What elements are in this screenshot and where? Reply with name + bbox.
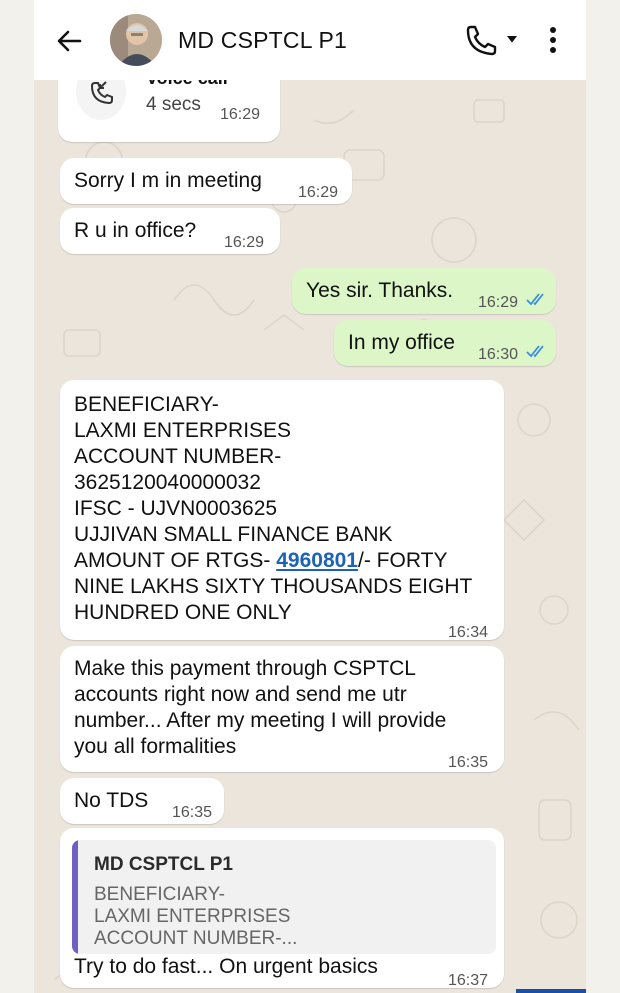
- contact-photo: [110, 14, 162, 66]
- phone-icon[interactable]: [464, 24, 520, 56]
- message-line: AMOUNT OF RTGS- 4960801/- FORTY: [74, 548, 447, 574]
- message-time: 16:29: [298, 184, 339, 201]
- message-time: 16:29: [224, 234, 265, 251]
- scroll-indicator: [516, 989, 586, 993]
- chat-header: MD CSPTCL P1: [34, 0, 586, 80]
- chat-screen: MD CSPTCL P1 Voice call 4 secs 16:29 Sor…: [34, 0, 586, 993]
- more-vertical-icon[interactable]: [542, 24, 564, 56]
- incoming-message[interactable]: Sorry I m in meeting 16:29: [60, 158, 352, 204]
- incoming-message[interactable]: R u in office? 16:29: [60, 208, 280, 254]
- call-duration: 4 secs: [146, 94, 201, 115]
- message-line: ACCOUNT NUMBER-: [74, 445, 282, 468]
- message-text: Sorry I m in meeting: [74, 169, 262, 192]
- message-line: BENEFICIARY-: [74, 393, 219, 416]
- message-time: 16:29: [220, 106, 261, 123]
- message-time: 16:34: [448, 624, 489, 641]
- message-line: IFSC - UJVN0003625: [74, 497, 278, 520]
- incoming-message[interactable]: Make this payment through CSPTCL account…: [60, 646, 504, 772]
- message-text: /- FORTY: [358, 549, 448, 572]
- outgoing-message[interactable]: Yes sir. Thanks. 16:29: [292, 268, 556, 314]
- read-ticks-icon: [526, 345, 544, 358]
- message-line: you all formalities: [74, 735, 237, 758]
- quoted-message[interactable]: MD CSPTCL P1 BENEFICIARY- LAXMI ENTERPRI…: [72, 840, 496, 954]
- message-time: 16:35: [448, 754, 489, 771]
- message-line: NINE LAKHS SIXTY THOUSANDS EIGHT: [74, 575, 473, 598]
- incoming-message[interactable]: No TDS 16:35: [60, 778, 224, 824]
- incoming-message[interactable]: BENEFICIARY- LAXMI ENTERPRISES ACCOUNT N…: [60, 380, 504, 641]
- message-time: 16:35: [172, 804, 213, 821]
- message-text: No TDS: [74, 789, 149, 812]
- avatar[interactable]: [110, 14, 162, 66]
- contact-name[interactable]: MD CSPTCL P1: [178, 27, 347, 54]
- quote-line: ACCOUNT NUMBER-...: [94, 928, 298, 949]
- quote-author: MD CSPTCL P1: [94, 854, 234, 875]
- message-line: HUNDRED ONE ONLY: [74, 601, 292, 624]
- message-text: In my office: [348, 331, 455, 354]
- message-line: Make this payment through CSPTCL: [74, 657, 416, 680]
- message-text: AMOUNT OF RTGS-: [74, 549, 277, 572]
- message-line: 3625120040000032: [74, 471, 261, 494]
- caret-down-icon: [507, 36, 517, 43]
- message-line: accounts right now and send me utr: [74, 683, 407, 706]
- outgoing-message[interactable]: In my office 16:30: [334, 320, 556, 366]
- quote-bar: [72, 840, 78, 954]
- message-time: 16:29: [478, 294, 519, 311]
- incoming-message[interactable]: MD CSPTCL P1 BENEFICIARY- LAXMI ENTERPRI…: [60, 828, 504, 989]
- message-text: Yes sir. Thanks.: [306, 279, 454, 302]
- message-line: LAXMI ENTERPRISES: [74, 419, 292, 442]
- message-text: Try to do fast... On urgent basics: [74, 955, 378, 978]
- message-line: number... After my meeting I will provid…: [74, 709, 447, 732]
- message-time: 16:30: [478, 346, 519, 363]
- amount-link[interactable]: 4960801: [276, 549, 358, 572]
- message-time: 16:37: [448, 972, 489, 989]
- message-line: UJJIVAN SMALL FINANCE BANK: [74, 523, 393, 546]
- read-ticks-icon: [526, 293, 544, 306]
- arrow-left-icon[interactable]: [54, 26, 84, 56]
- message-text: R u in office?: [74, 219, 197, 242]
